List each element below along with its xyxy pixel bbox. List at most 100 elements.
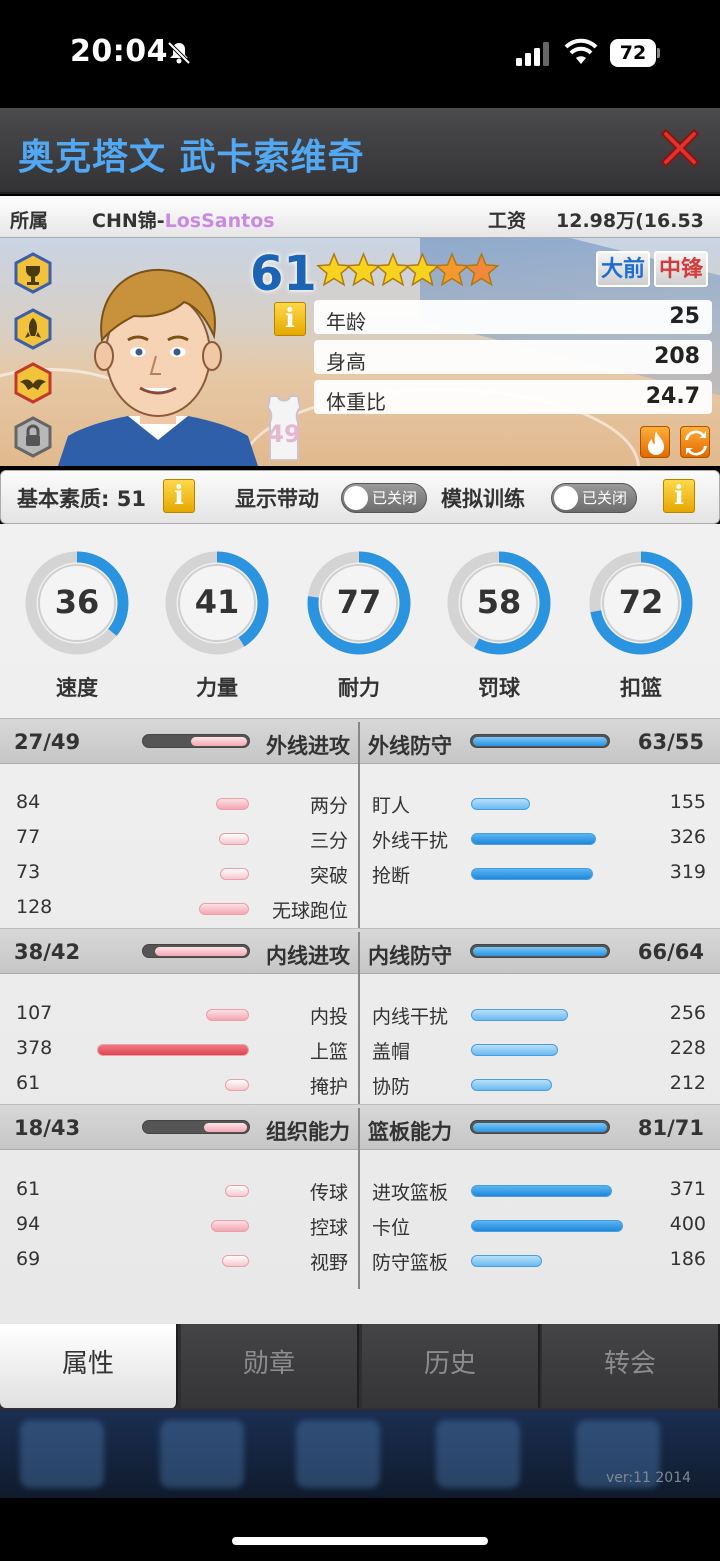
- stat-row: 128 无球跑位: [0, 891, 720, 925]
- clock: 20:04: [70, 34, 168, 69]
- fire-icon[interactable]: [640, 426, 670, 458]
- section-right-meter: [470, 944, 610, 958]
- left-stat-bar: [211, 1220, 249, 1232]
- sim-training-info-button[interactable]: i: [663, 479, 695, 513]
- left-stat-name: 控球: [309, 1217, 348, 1239]
- right-stat-bar: [471, 1255, 542, 1267]
- sim-training-toggle[interactable]: 已关闭: [551, 483, 637, 513]
- right-stat-bar: [471, 1009, 568, 1021]
- section-left-meter-fill: [204, 1123, 247, 1132]
- section-right-meter-fill: [473, 947, 607, 956]
- sim-training-state: 已关闭: [582, 489, 628, 507]
- team-name: LosSantos: [164, 210, 275, 232]
- stat-ring-3: 58: [446, 550, 552, 656]
- stat-ring-label: 耐力: [338, 676, 380, 700]
- section-right-meter-fill: [473, 737, 607, 746]
- stat-row: 94 控球 卡位 400: [0, 1208, 720, 1242]
- toggle-knob: [554, 486, 578, 510]
- battery-level: 72: [610, 39, 656, 67]
- section-right-title: 外线防守: [368, 734, 452, 758]
- stat-row: 77 三分 外线干扰 326: [0, 821, 720, 855]
- player-info-button[interactable]: i: [274, 302, 306, 336]
- left-stat-bar: [97, 1044, 249, 1056]
- player-card: 49 61 大前 中锋 i 年龄 25 身高 208 体重比 24.7: [0, 238, 720, 466]
- left-stat-name: 视野: [309, 1252, 348, 1274]
- left-stat-bar: [225, 1185, 249, 1197]
- right-stat-bar: [471, 1220, 623, 1232]
- star-icon: [374, 252, 412, 287]
- stat-row: 378 上篮 盖帽 228: [0, 1032, 720, 1066]
- stat-row: 61 传球 进攻篮板 371: [0, 1173, 720, 1207]
- section-right-meter: [470, 1120, 610, 1134]
- section-header-0: 27/49 外线进攻 外线防守 63/55: [0, 718, 720, 764]
- show-trend-toggle[interactable]: 已关闭: [341, 483, 427, 513]
- star-icon: [433, 252, 471, 287]
- right-stat-name: 抢断: [372, 865, 411, 887]
- tab-transfer[interactable]: 转会: [542, 1324, 720, 1408]
- section-left-score: 18/43: [14, 1116, 81, 1140]
- weight-ratio-value: 24.7: [645, 384, 700, 409]
- section-left-title: 组织能力: [266, 1120, 350, 1144]
- cellular-signal-icon: [516, 42, 549, 66]
- battery-icon: 72: [610, 39, 660, 67]
- position-tag-c: 中锋: [654, 251, 709, 287]
- title-bar: 奥克塔文 武卡索维奇: [0, 108, 720, 194]
- tab-attributes[interactable]: 属性: [0, 1324, 178, 1408]
- left-stat-bar: [206, 1009, 249, 1021]
- tab-medals[interactable]: 勋章: [181, 1324, 359, 1408]
- section-right-score: 81/71: [637, 1116, 704, 1140]
- swap-icon[interactable]: [680, 426, 710, 458]
- right-stat-value: 186: [669, 1248, 706, 1270]
- left-stat-value: 69: [16, 1248, 41, 1270]
- age-label: 年龄: [326, 310, 366, 334]
- right-stat-bar: [471, 1044, 558, 1056]
- version-text: ver:11 2014: [606, 1470, 692, 1486]
- eagle-badge-icon[interactable]: [12, 362, 54, 404]
- section-right-score: 66/64: [637, 940, 704, 964]
- close-icon[interactable]: [656, 124, 704, 172]
- weight-ratio-label: 体重比: [326, 390, 386, 414]
- right-stat-value: 326: [669, 826, 706, 848]
- section-right-title: 篮板能力: [368, 1120, 452, 1144]
- left-stat-bar: [220, 868, 249, 880]
- left-stat-bar: [216, 798, 249, 810]
- tab-history[interactable]: 历史: [362, 1324, 540, 1408]
- left-stat-value: 107: [16, 1002, 53, 1024]
- right-stat-name: 盖帽: [372, 1041, 411, 1063]
- stat-ring-value: 72: [618, 583, 664, 621]
- left-stat-value: 378: [16, 1037, 53, 1059]
- stat-ring-value: 77: [336, 583, 382, 621]
- right-stat-value: 228: [669, 1037, 706, 1059]
- left-stat-name: 无球跑位: [271, 900, 348, 922]
- right-stat-name: 防守篮板: [372, 1252, 449, 1274]
- right-stat-name: 外线干扰: [372, 830, 449, 852]
- stat-ring-label: 力量: [196, 676, 238, 700]
- section-right-title: 内线防守: [368, 944, 452, 968]
- star-icon: [463, 252, 500, 287]
- left-stat-bar: [225, 1079, 249, 1091]
- position-tag-pf: 大前: [596, 251, 651, 287]
- tab-bar: 属性 勋章 历史 转会: [0, 1324, 720, 1410]
- home-area: [0, 1498, 720, 1561]
- left-stat-value: 84: [16, 791, 41, 813]
- home-indicator[interactable]: [232, 1537, 488, 1545]
- show-trend-label: 显示带动: [235, 487, 319, 511]
- height-row: 身高 208: [314, 340, 712, 374]
- toggle-knob: [344, 486, 368, 510]
- stat-ring-label: 扣篮: [620, 676, 662, 700]
- lock-badge-icon[interactable]: [12, 416, 54, 458]
- right-stat-name: 协防: [372, 1076, 411, 1098]
- left-stat-value: 61: [16, 1178, 41, 1200]
- section-left-meter: [142, 944, 250, 958]
- bell-muted-icon: [167, 41, 191, 65]
- right-stat-name: 卡位: [372, 1217, 411, 1239]
- left-stat-value: 61: [16, 1072, 41, 1094]
- wifi-icon: [564, 38, 598, 64]
- right-stat-bar: [471, 1079, 552, 1091]
- overall-rating: 61: [250, 246, 317, 302]
- left-stat-value: 94: [16, 1213, 41, 1235]
- base-quality-info-button[interactable]: i: [163, 479, 195, 513]
- trophy-badge-icon[interactable]: [12, 252, 54, 294]
- rocket-badge-icon[interactable]: [12, 308, 54, 350]
- left-stat-bar: [222, 1255, 249, 1267]
